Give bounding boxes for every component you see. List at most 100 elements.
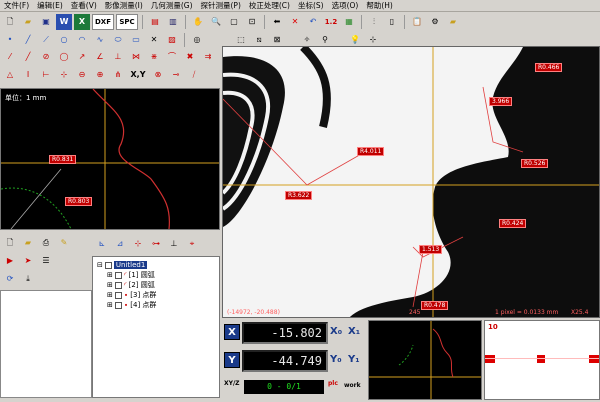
line-circle-icon[interactable]: ⊘	[38, 49, 54, 65]
columns-icon[interactable]: ▯	[384, 14, 400, 30]
menu-coordinates[interactable]: 坐标(S)	[296, 0, 330, 11]
menu-options[interactable]: 选项(O)	[330, 0, 365, 11]
work-label[interactable]: work	[344, 382, 361, 389]
triangle-angle-icon[interactable]: △	[2, 67, 18, 83]
y-axis-button[interactable]: Y	[224, 352, 240, 368]
menu-calibration[interactable]: 校正处理(C)	[247, 0, 296, 11]
properties-icon[interactable]: 📋	[409, 14, 425, 30]
align-icon[interactable]: ⫶	[366, 14, 382, 30]
zoom-panel[interactable]: 10	[484, 320, 600, 400]
pointer-icon[interactable]: ➤	[20, 253, 36, 269]
tangent-circle-icon[interactable]: ⊗	[150, 67, 166, 83]
line-line-icon[interactable]: ╱	[20, 49, 36, 65]
undo-icon[interactable]: ↶	[305, 14, 321, 30]
x-axis-button[interactable]: X	[224, 324, 240, 340]
menu-view[interactable]: 查看(V)	[69, 0, 103, 11]
point-icon[interactable]: •	[2, 32, 18, 48]
perp-icon[interactable]: ⊥	[110, 49, 126, 65]
preview-view[interactable]	[368, 320, 482, 400]
new-file-icon[interactable]: 🗋	[2, 14, 18, 30]
menu-probe-measure[interactable]: 探针测量(P)	[199, 0, 247, 11]
open-icon[interactable]: ▰	[20, 235, 36, 251]
menu-edit[interactable]: 编辑(E)	[35, 0, 69, 11]
cross-icon[interactable]: ✕	[146, 32, 162, 48]
xyz-toggle[interactable]: XY/Z	[224, 380, 240, 387]
doc-icon[interactable]: 🗋	[2, 235, 18, 251]
zoom-icon[interactable]: 🔍	[208, 14, 224, 30]
expand-icon[interactable]: ⊞	[107, 271, 113, 279]
mirror-icon[interactable]: ⋔	[110, 67, 126, 83]
print-icon[interactable]: ⎙	[38, 235, 54, 251]
tree-root[interactable]: ⊟ Unitled1	[93, 260, 219, 270]
menu-geometry-measure[interactable]: 几何测量(G)	[149, 0, 199, 11]
overview-view[interactable]: 单位：1 mm R0.831 R0.803	[0, 88, 220, 230]
menu-help[interactable]: 帮助(H)	[364, 0, 399, 11]
curve-icon[interactable]: ∿	[92, 32, 108, 48]
properties-list[interactable]	[0, 290, 92, 398]
expand-icon[interactable]: ⊞	[107, 291, 113, 299]
axis-rotate-icon[interactable]: ⊹	[130, 236, 146, 252]
axis-shift-icon[interactable]: ⊶	[148, 236, 164, 252]
diag-dimension-icon[interactable]: ⊹	[56, 67, 72, 83]
offset-icon[interactable]: ⇉	[200, 49, 216, 65]
slant-icon[interactable]: ⧸	[186, 67, 202, 83]
collapse-icon[interactable]: ⊟	[97, 261, 103, 269]
brush-icon[interactable]: ✎	[56, 235, 72, 251]
item-checkbox[interactable]	[114, 271, 122, 279]
v-dimension-icon[interactable]: ⊢	[38, 67, 54, 83]
chain-icon[interactable]: ⊸	[168, 67, 184, 83]
radius-dimension-icon[interactable]: ⊕	[92, 67, 108, 83]
download-icon[interactable]: ⤓	[20, 271, 36, 287]
xy-coord-button[interactable]: X,Y	[128, 67, 148, 83]
tree-item[interactable]: ⊞ ∙ [4] 点群	[93, 300, 219, 310]
stats-icon[interactable]: ▥	[165, 14, 181, 30]
y-zero-label[interactable]: Y₀	[330, 354, 342, 365]
x-zero-label[interactable]: X₀	[330, 326, 342, 337]
number-icon[interactable]: 1.2	[323, 14, 339, 30]
target-icon[interactable]: ◎	[189, 32, 205, 48]
pan-hand-icon[interactable]: ✋	[190, 14, 206, 30]
tree-item[interactable]: ⊞ ∙ [3] 点群	[93, 290, 219, 300]
ellipse-icon[interactable]: ⬭	[110, 32, 126, 48]
zoom-window-icon[interactable]: ▢	[226, 14, 242, 30]
h-dimension-icon[interactable]: Ⅰ	[20, 67, 36, 83]
menu-file[interactable]: 文件(F)	[2, 0, 35, 11]
reference-icon[interactable]: ⌖	[184, 236, 200, 252]
midpoint-icon[interactable]: ⋈	[128, 49, 144, 65]
menu-image-measure[interactable]: 影像测量(I)	[103, 0, 149, 11]
distance-icon[interactable]: ↗	[74, 49, 90, 65]
x-secondary-label[interactable]: X₁	[348, 326, 360, 337]
spc-button[interactable]: SPC	[116, 14, 138, 30]
line-icon[interactable]: ╱	[20, 32, 36, 48]
intersect-icon[interactable]: ✖	[182, 49, 198, 65]
fit-view-icon[interactable]: ⊡	[244, 14, 260, 30]
play-icon[interactable]: ▶	[2, 253, 18, 269]
settings-icon[interactable]: ⚙	[427, 14, 443, 30]
save-icon[interactable]: ▣	[38, 14, 54, 30]
root-checkbox[interactable]	[104, 261, 112, 269]
arc-icon[interactable]: ◠	[74, 32, 90, 48]
tree-item[interactable]: ⊞ ◜ [2] 圆弧	[93, 280, 219, 290]
back-arrow-icon[interactable]: ⬅	[269, 14, 285, 30]
angle-icon[interactable]: ∠	[92, 49, 108, 65]
point-line-icon[interactable]: ⁄	[2, 49, 18, 65]
delete-icon[interactable]: ✕	[287, 14, 303, 30]
word-icon[interactable]: W	[56, 14, 72, 30]
folder-icon[interactable]: ▰	[445, 14, 461, 30]
item-checkbox[interactable]	[114, 291, 122, 299]
refresh-icon[interactable]: ⟳	[2, 271, 18, 287]
bisect-icon[interactable]: ⋇	[146, 49, 162, 65]
feature-tree[interactable]: ⊟ Unitled1 ⊞ ◜ [1] 圆弧 ⊞ ◜ [2] 圆弧 ⊞ ∙ [3]…	[92, 256, 220, 398]
list-icon[interactable]: ☰	[38, 253, 54, 269]
excel-icon[interactable]: X	[74, 14, 90, 30]
item-checkbox[interactable]	[114, 301, 122, 309]
axis-origin-icon[interactable]: ⊥	[166, 236, 182, 252]
grid-icon[interactable]: ▦	[341, 14, 357, 30]
circle-circle-icon[interactable]: ◯	[56, 49, 72, 65]
axis-icon[interactable]: ⊾	[94, 236, 110, 252]
expand-icon[interactable]: ⊞	[107, 301, 113, 309]
axis-align-icon[interactable]: ⊿	[112, 236, 128, 252]
tangent-icon[interactable]: ⌒	[164, 49, 180, 65]
dxf-button[interactable]: DXF	[92, 14, 114, 30]
circle-dimension-icon[interactable]: ⊖	[74, 67, 90, 83]
